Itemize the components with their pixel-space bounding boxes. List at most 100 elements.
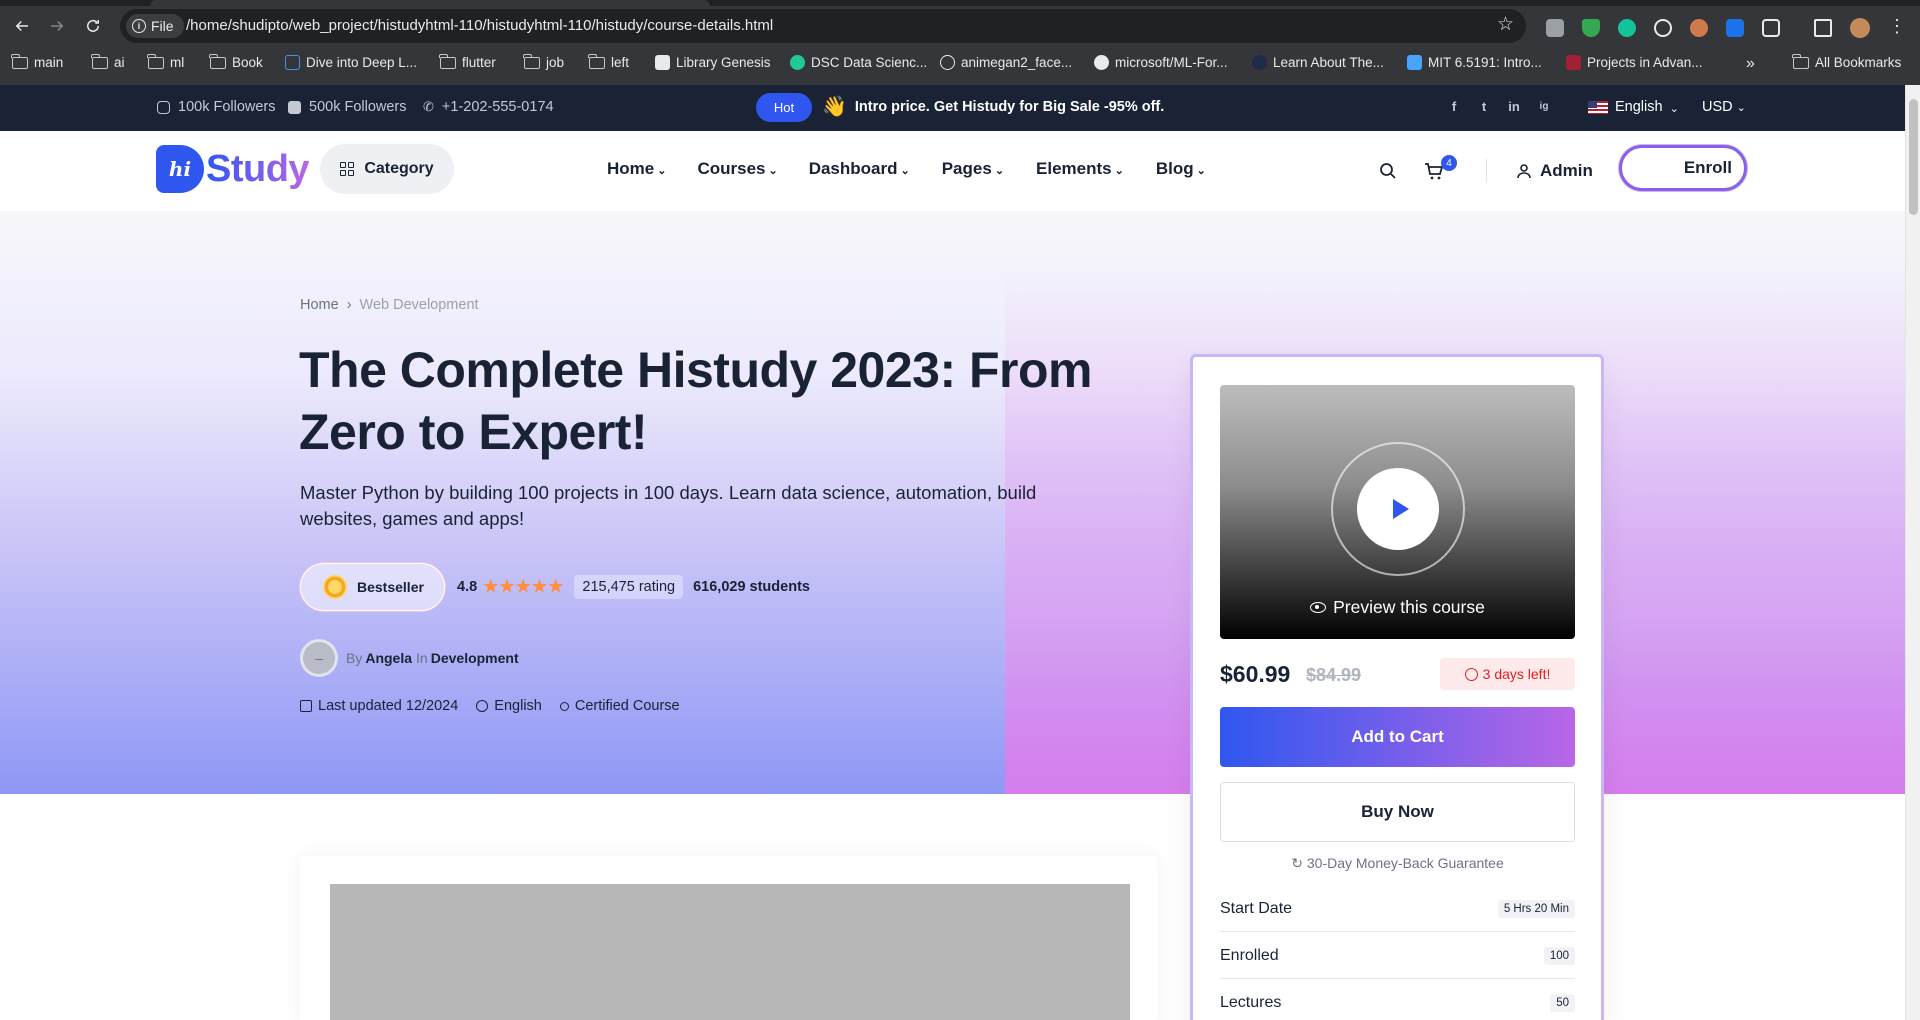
bookmark-label: ml [170, 55, 185, 70]
award-icon [559, 701, 569, 711]
bookmark-link[interactable]: MIT 6.5191: Intro... [1407, 55, 1542, 70]
bookmark-link[interactable]: animegan2_face... [940, 55, 1072, 70]
browser-menu-icon[interactable]: ⋮ [1888, 16, 1906, 37]
us-flag-icon [1588, 100, 1608, 114]
bookmark-folder[interactable]: flutter [439, 53, 496, 70]
bookmark-link[interactable]: Learn About The... [1252, 55, 1384, 70]
course-language: English [476, 698, 542, 714]
bookmark-label: DSC Data Scienc... [811, 55, 928, 70]
shield-extension-icon[interactable] [1582, 19, 1600, 37]
course-rating: 4.8 ★★★★★ [457, 577, 564, 597]
bookmark-star-icon[interactable]: ☆ [1497, 15, 1514, 35]
bookmark-label: left [611, 55, 630, 70]
course-description: Master Python by building 100 projects i… [300, 482, 1037, 529]
bookmark-folder[interactable]: ai [91, 53, 125, 70]
facebook-social-icon[interactable]: f [1446, 99, 1462, 115]
menu-label: Blog [1155, 159, 1194, 178]
face-extension-icon[interactable] [1690, 19, 1708, 37]
play-button-icon[interactable] [1357, 468, 1439, 550]
camera-extension-icon[interactable] [1546, 19, 1564, 37]
forward-button[interactable] [43, 12, 71, 40]
detail-value: 100 [1543, 946, 1575, 965]
back-button[interactable] [8, 12, 36, 40]
author-avatar[interactable]: – [300, 639, 338, 677]
bookmark-link[interactable]: DSC Data Scienc... [790, 55, 927, 70]
menu-item-blog[interactable]: Blog ⌄ [1156, 159, 1206, 179]
preview-course-link[interactable]: Preview this course [1220, 597, 1575, 618]
bookmark-folder[interactable]: job [523, 53, 564, 70]
bookmark-folder[interactable]: left [588, 53, 630, 70]
site-info-chip[interactable]: i File [126, 14, 184, 38]
author-name-link[interactable]: Angela [365, 650, 412, 666]
enroll-button[interactable]: Enroll [1619, 145, 1747, 191]
folder-icon [523, 53, 540, 69]
profile-avatar[interactable] [1850, 18, 1870, 38]
main-menu: Home ⌄ Courses ⌄ Dashboard ⌄ Pages ⌄ Element… [607, 159, 1206, 179]
cart-count-badge: 4 [1441, 155, 1457, 171]
all-bookmarks-button[interactable]: All Bookmarks [1792, 53, 1901, 70]
language-selector[interactable]: English ⌄ [1588, 99, 1679, 115]
bookmark-link[interactable]: Dive into Deep L... [285, 55, 417, 70]
detail-label: Lectures [1220, 993, 1282, 1011]
grammarly-extension-icon[interactable] [1618, 19, 1636, 37]
waving-hand-icon: 👋 [822, 96, 847, 118]
site-logo[interactable]: hi Study [156, 145, 310, 193]
promo-text: Intro price. Get Histudy for Big Sale -9… [854, 99, 1165, 115]
reload-button[interactable] [79, 12, 107, 40]
refresh-icon: ↻ [1291, 855, 1307, 871]
facebook-followers-link[interactable]: 500k Followers [288, 99, 407, 115]
certificate-text: Certified Course [574, 698, 680, 714]
menu-item-home[interactable]: Home ⌄ [607, 159, 666, 179]
category-link[interactable]: Development [431, 650, 519, 666]
projects-favicon-icon [1566, 55, 1581, 70]
grid-icon [340, 162, 355, 176]
translate-extension-icon[interactable] [1726, 19, 1744, 37]
detail-row-enrolled: Enrolled 100 [1220, 933, 1575, 979]
twitter-social-icon[interactable]: t [1476, 99, 1492, 115]
menu-item-elements[interactable]: Elements ⌄ [1036, 159, 1124, 179]
bookmark-folder[interactable]: ml [147, 53, 185, 70]
logo-text: Study [206, 147, 310, 190]
chip-label: File [151, 18, 174, 34]
extensions-puzzle-icon[interactable] [1762, 19, 1780, 37]
bookmarks-overflow-button[interactable]: » [1746, 55, 1755, 73]
menu-item-dashboard[interactable]: Dashboard ⌄ [809, 159, 910, 179]
rating-value: 4.8 [457, 579, 478, 595]
top-info-bar: 100k Followers 500k Followers ✆ +1-202-55… [0, 85, 1905, 131]
bookmark-label: animegan2_face... [961, 55, 1073, 70]
chevron-down-icon: ⌄ [1196, 164, 1206, 177]
chevron-down-icon: ⌄ [1736, 102, 1746, 114]
promo-link[interactable]: 👋 Intro price. Get Histudy for Big Sale -… [822, 96, 1165, 118]
category-button[interactable]: Category [320, 144, 454, 194]
chevron-down-icon: ⌄ [657, 164, 667, 177]
menu-item-pages[interactable]: Pages ⌄ [942, 159, 1004, 179]
badge-label: Bestseller [357, 579, 424, 595]
instagram-social-icon[interactable]: ig [1536, 99, 1552, 115]
currency-selector[interactable]: USD ⌄ [1702, 99, 1746, 115]
bookmark-link[interactable]: Library Genesis [655, 55, 771, 70]
chevron-down-icon: ⌄ [900, 164, 910, 177]
search-icon[interactable] [1378, 161, 1398, 181]
phone-link[interactable]: ✆ +1-202-555-0174 [423, 99, 554, 115]
breadcrumb-home-link[interactable]: Home [300, 297, 339, 313]
instagram-followers-link[interactable]: 100k Followers [157, 99, 276, 115]
side-panel-icon[interactable] [1814, 19, 1832, 37]
bookmark-folder[interactable]: Book [209, 53, 263, 70]
bookmark-link[interactable]: Projects in Advan... [1566, 55, 1703, 70]
url-text[interactable]: /home/shudipto/web_project/histudyhtml-1… [186, 17, 773, 34]
scrollbar-thumb[interactable] [1909, 99, 1918, 215]
course-preview-video[interactable]: Preview this course [1220, 385, 1575, 639]
address-bar[interactable]: i File /home/shudipto/web_project/histudy… [120, 9, 1526, 43]
bookmark-label: Learn About The... [1273, 55, 1384, 70]
bookmark-folder[interactable]: main [11, 53, 63, 70]
admin-account-link[interactable]: Admin [1516, 161, 1593, 181]
linkedin-social-icon[interactable]: in [1506, 99, 1522, 115]
target-extension-icon[interactable] [1654, 19, 1672, 37]
add-to-cart-button[interactable]: Add to Cart [1220, 707, 1575, 767]
buy-now-button[interactable]: Buy Now [1220, 782, 1575, 842]
menu-label: Home [607, 159, 655, 178]
bookmark-link[interactable]: microsoft/ML-For... [1094, 55, 1228, 70]
bookmark-label: flutter [462, 55, 496, 70]
menu-item-courses[interactable]: Courses ⌄ [697, 159, 777, 179]
page-scrollbar[interactable] [1905, 85, 1920, 1020]
